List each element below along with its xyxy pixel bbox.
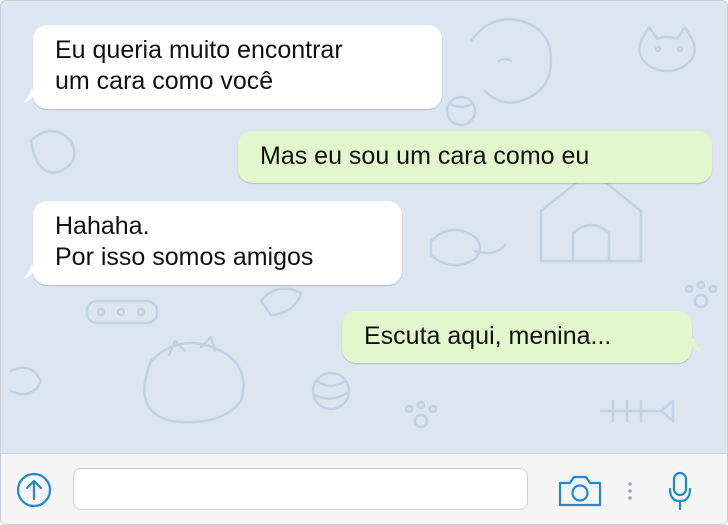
message-text-field[interactable] bbox=[73, 468, 528, 510]
upload-arrow-icon[interactable] bbox=[16, 472, 52, 508]
chat-window: Eu queria muito encontrar um cara como v… bbox=[0, 0, 728, 525]
incoming-message-bubble[interactable]: Eu queria muito encontrar um cara como v… bbox=[33, 25, 442, 109]
outgoing-message-bubble[interactable]: Escuta aqui, menina... bbox=[342, 311, 692, 363]
microphone-icon[interactable] bbox=[667, 471, 693, 511]
incoming-message-bubble[interactable]: Hahaha. Por isso somos amigos bbox=[33, 201, 402, 285]
bubble-tail-incoming bbox=[23, 265, 37, 279]
message-list[interactable]: Eu queria muito encontrar um cara como v… bbox=[1, 1, 727, 453]
bubble-tail-outgoing bbox=[689, 339, 703, 353]
bubble-tail-incoming bbox=[23, 89, 37, 103]
message-input-bar bbox=[1, 453, 727, 524]
vertical-dots-icon[interactable] bbox=[627, 481, 633, 501]
bubble-tail-outgoing bbox=[689, 159, 703, 173]
outgoing-message-bubble[interactable]: Mas eu sou um cara como eu bbox=[238, 131, 712, 183]
camera-icon[interactable] bbox=[557, 474, 603, 508]
